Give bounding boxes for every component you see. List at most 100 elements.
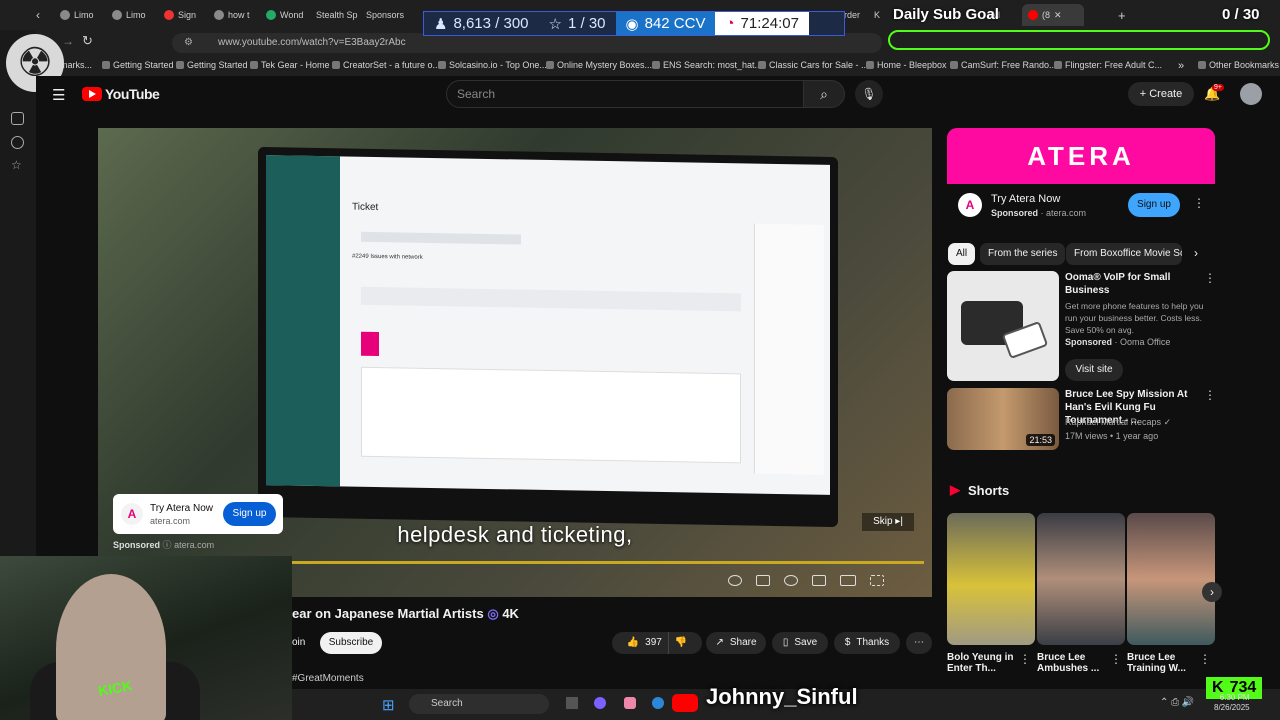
sidebar-ad-banner[interactable]: ATERA (947, 128, 1215, 184)
sidebar-ad-signup-button[interactable]: Sign up (1128, 193, 1180, 217)
bookmark-item[interactable]: marks... (60, 60, 92, 70)
recommendation-title[interactable]: Ooma® VoIP for Small Business (1065, 271, 1203, 297)
theater-mode-icon[interactable] (840, 574, 856, 586)
thumbs-down-icon[interactable]: 👎 (667, 632, 687, 654)
more-vert-icon[interactable]: ⋮ (1204, 271, 1216, 285)
sidebar-ad-title[interactable]: Try Atera Now (991, 193, 1060, 205)
settings-gear-icon[interactable] (784, 574, 798, 586)
browser-tab[interactable]: K (874, 4, 888, 26)
reload-icon[interactable]: ↻ (82, 33, 93, 49)
skip-ad-button[interactable]: Skip ▸| (862, 513, 914, 531)
clock-icon[interactable] (11, 136, 24, 149)
bookmark-item[interactable]: CamSurf: Free Rando... (950, 60, 1057, 70)
create-button[interactable]: + Create (1128, 82, 1194, 106)
search-input[interactable]: Search (446, 80, 804, 108)
other-bookmarks[interactable]: Other Bookmarks (1198, 60, 1279, 70)
bookmark-item[interactable]: Home - Bleepbox (866, 60, 947, 70)
ccv-value: 842 CCV (644, 15, 706, 32)
app-icon[interactable] (594, 697, 606, 709)
short-title[interactable]: Bruce Lee Training W... (1127, 652, 1199, 674)
more-vert-icon[interactable]: ⋮ (1019, 652, 1031, 666)
browser-tab[interactable]: Sponsors (366, 4, 408, 26)
chevron-right-icon[interactable]: › (1194, 246, 1198, 260)
forward-icon[interactable]: → (62, 34, 74, 48)
autoplay-toggle-icon[interactable] (728, 574, 742, 586)
thanks-button[interactable]: $ Thanks (834, 632, 900, 654)
youtube-logo[interactable]: YouTube (82, 86, 160, 102)
recommendation-thumbnail[interactable]: 21:53 (947, 388, 1059, 450)
history-icon[interactable] (11, 112, 24, 125)
browser-tab[interactable]: rder (844, 4, 870, 26)
channel-name[interactable]: Raphael Martial Recaps ✓ (1065, 416, 1205, 428)
more-vert-icon[interactable]: ⋮ (1199, 652, 1211, 666)
chip-all[interactable]: All (948, 243, 976, 265)
bookmark-item[interactable]: Tek Gear - Home (250, 60, 330, 70)
captions-icon[interactable] (756, 574, 770, 586)
taskbar-search[interactable]: Search (409, 694, 549, 714)
video-progress-bar[interactable] (292, 561, 924, 564)
fullscreen-icon[interactable] (870, 574, 884, 586)
subscribe-button[interactable]: Subscribe (320, 632, 382, 654)
browser-tab[interactable]: Stealth Sp (316, 4, 360, 26)
miniplayer-icon[interactable] (812, 574, 826, 586)
avatar[interactable] (1240, 83, 1262, 105)
short-title[interactable]: Bruce Lee Ambushes ... (1037, 652, 1109, 674)
bookmark-item[interactable]: Flingster: Free Adult C... (1054, 60, 1162, 70)
bookmark-item[interactable]: CreatorSet - a future o... (332, 60, 440, 70)
save-button[interactable]: ▯ Save (772, 632, 828, 654)
video-hashtag[interactable]: #GreatMoments (292, 673, 364, 684)
chevron-right-icon[interactable]: » (1178, 60, 1184, 72)
voice-search-button[interactable]: 🎙 (855, 80, 883, 108)
thumbs-up-icon[interactable]: 👍 (627, 632, 639, 654)
video-duration: 21:53 (1026, 434, 1055, 446)
ad-domain-link[interactable]: atera.com (174, 540, 214, 550)
bookmark-item[interactable]: ENS Search: most_hat... (652, 60, 762, 70)
browser-tab-active[interactable]: (8 ✕ (1022, 4, 1084, 26)
bookmark-item[interactable]: Classic Cars for Sale - ... (758, 60, 869, 70)
new-tab-icon[interactable]: + (1118, 4, 1130, 26)
bookmark-item[interactable]: Getting Started (176, 60, 248, 70)
menu-icon[interactable]: ☰ (52, 86, 65, 104)
youtube-taskbar-icon[interactable] (672, 694, 698, 712)
more-vert-icon[interactable]: ⋮ (1193, 196, 1205, 210)
bookmark-item[interactable]: Online Mystery Boxes... (546, 60, 652, 70)
more-actions-button[interactable]: ⋯ (906, 632, 932, 654)
url-field[interactable]: www.youtube.com/watch?v=E3Baay2rAbc (172, 33, 882, 53)
taskbar-clock[interactable]: 6:30 PM 8/26/2025 (1214, 693, 1250, 713)
short-thumbnail[interactable] (1037, 513, 1125, 645)
windows-start-icon[interactable]: ⊞ (382, 696, 395, 714)
browser-tab[interactable]: Limo (60, 4, 104, 26)
edge-icon[interactable] (652, 697, 664, 709)
browser-tab[interactable]: how t (214, 4, 258, 26)
site-info-icon[interactable]: ⚙ (184, 37, 193, 48)
info-icon[interactable]: ⓘ (163, 540, 172, 550)
close-icon[interactable]: ✕ (1054, 10, 1062, 21)
short-thumbnail[interactable] (947, 513, 1035, 645)
more-vert-icon[interactable]: ⋮ (1204, 388, 1216, 402)
search-button[interactable]: ⌕ (803, 80, 845, 108)
ad-signup-button[interactable]: Sign up (223, 502, 276, 526)
app-icon[interactable] (624, 697, 636, 709)
browser-tab[interactable]: Sign (164, 4, 208, 26)
browser-tab[interactable]: Limo (112, 4, 156, 26)
shorts-next-button[interactable]: › (1202, 582, 1222, 602)
bookmark-item[interactable]: Getting Started (102, 60, 174, 70)
short-thumbnail[interactable] (1127, 513, 1215, 645)
app-icon[interactable] (566, 697, 578, 709)
share-button[interactable]: ↗ Share (706, 632, 766, 654)
recommendation-thumbnail[interactable] (947, 271, 1059, 381)
ad-overlay-card[interactable]: A Try Atera Now atera.com Sign up (113, 494, 283, 534)
browser-tab[interactable]: Wond (266, 4, 310, 26)
join-button[interactable]: oin (292, 632, 305, 654)
short-title[interactable]: Bolo Yeung in Enter Th... (947, 652, 1019, 674)
more-vert-icon[interactable]: ⋮ (1110, 652, 1122, 666)
back-icon[interactable]: ‹ (36, 4, 46, 26)
sidebar-ad-meta: Sponsored · atera.com (991, 208, 1087, 218)
chip-boxoffice[interactable]: From Boxoffice Movie Sc (1066, 243, 1182, 265)
chip-from-series[interactable]: From the series (980, 243, 1066, 265)
star-icon[interactable]: ☆ (11, 158, 24, 172)
visit-site-button[interactable]: Visit site (1065, 359, 1123, 381)
like-dislike-group[interactable]: 👍 397 👎 (612, 632, 702, 654)
system-tray-icons[interactable]: ⌃ ⎙ 🔊 (1160, 697, 1194, 708)
bookmark-item[interactable]: Solcasino.io - Top One... (438, 60, 547, 70)
